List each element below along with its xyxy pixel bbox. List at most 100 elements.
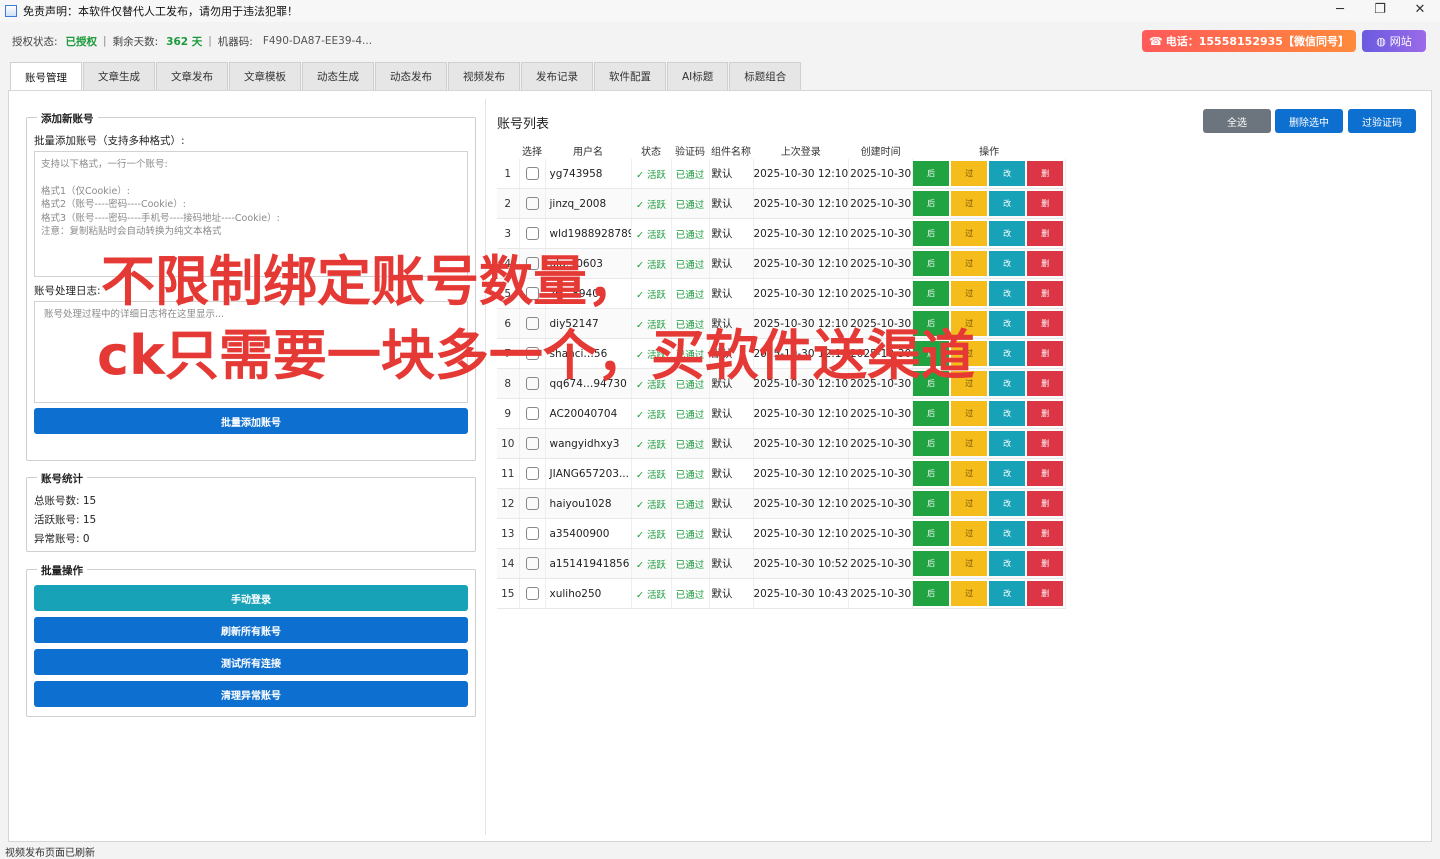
tab-dynamic-generate[interactable]: 动态生成 <box>302 62 374 90</box>
pass-button[interactable]: 过 <box>951 311 988 336</box>
edit-button[interactable]: 改 <box>989 251 1026 276</box>
backend-button[interactable]: 后 <box>913 461 950 486</box>
row-checkbox[interactable] <box>525 317 539 330</box>
row-checkbox[interactable] <box>525 407 539 420</box>
backend-button[interactable]: 后 <box>913 341 950 366</box>
tab-dynamic-publish[interactable]: 动态发布 <box>375 62 447 90</box>
edit-button[interactable]: 改 <box>989 191 1026 216</box>
delete-button[interactable]: 删 <box>1027 221 1064 246</box>
row-checkbox[interactable] <box>525 377 539 390</box>
refresh-all-button[interactable]: 刷新所有账号 <box>34 617 468 643</box>
row-checkbox[interactable] <box>525 557 539 570</box>
pass-button[interactable]: 过 <box>951 461 988 486</box>
backend-button[interactable]: 后 <box>913 371 950 396</box>
pass-captcha-button[interactable]: 过验证码 <box>1348 109 1416 133</box>
edit-button[interactable]: 改 <box>989 281 1026 306</box>
tab-video-publish[interactable]: 视频发布 <box>448 62 520 90</box>
phone-button[interactable]: ☎ 电话：15558152935【微信同号】 <box>1142 30 1356 52</box>
clean-abnormal-button[interactable]: 清理异常账号 <box>34 681 468 707</box>
row-checkbox[interactable] <box>525 587 539 600</box>
row-checkbox[interactable] <box>525 527 539 540</box>
pass-button[interactable]: 过 <box>951 251 988 276</box>
delete-button[interactable]: 删 <box>1027 521 1064 546</box>
tab-software-config[interactable]: 软件配置 <box>594 62 666 90</box>
edit-button[interactable]: 改 <box>989 341 1026 366</box>
delete-button[interactable]: 删 <box>1027 281 1064 306</box>
tab-ai-title[interactable]: AI标题 <box>667 62 729 90</box>
pass-button[interactable]: 过 <box>951 341 988 366</box>
row-checkbox[interactable] <box>525 167 539 180</box>
row-checkbox[interactable] <box>525 287 539 300</box>
backend-button[interactable]: 后 <box>913 521 950 546</box>
edit-button[interactable]: 改 <box>989 311 1026 336</box>
row-checkbox[interactable] <box>525 227 539 240</box>
row-checkbox[interactable] <box>525 497 539 510</box>
account-log-output[interactable]: 账号处理过程中的详细日志将在这里显示... <box>34 301 468 403</box>
backend-button[interactable]: 后 <box>913 251 950 276</box>
minimize-button[interactable]: ─ <box>1320 0 1360 22</box>
edit-button[interactable]: 改 <box>989 431 1026 456</box>
website-button[interactable]: ◍ 网站 <box>1362 30 1426 52</box>
row-checkbox[interactable] <box>525 437 539 450</box>
manual-login-button[interactable]: 手动登录 <box>34 585 468 611</box>
edit-button[interactable]: 改 <box>989 461 1026 486</box>
pass-button[interactable]: 过 <box>951 491 988 516</box>
tab-publish-records[interactable]: 发布记录 <box>521 62 593 90</box>
pass-button[interactable]: 过 <box>951 401 988 426</box>
delete-button[interactable]: 删 <box>1027 551 1064 576</box>
edit-button[interactable]: 改 <box>989 221 1026 246</box>
tab-article-publish[interactable]: 文章发布 <box>156 62 228 90</box>
tab-title-combo[interactable]: 标题组合 <box>729 62 802 90</box>
delete-button[interactable]: 删 <box>1027 251 1064 276</box>
backend-button[interactable]: 后 <box>913 581 950 606</box>
close-button[interactable]: ✕ <box>1400 0 1440 22</box>
tab-account-management[interactable]: 账号管理 <box>10 62 82 91</box>
edit-button[interactable]: 改 <box>989 491 1026 516</box>
delete-button[interactable]: 删 <box>1027 461 1064 486</box>
backend-button[interactable]: 后 <box>913 191 950 216</box>
delete-button[interactable]: 删 <box>1027 581 1064 606</box>
pass-button[interactable]: 过 <box>951 521 988 546</box>
batch-account-input[interactable]: 支持以下格式，一行一个账号: 格式1（仅Cookie）: 格式2（账号----密… <box>34 151 468 277</box>
backend-button[interactable]: 后 <box>913 221 950 246</box>
edit-button[interactable]: 改 <box>989 551 1026 576</box>
select-all-button[interactable]: 全选 <box>1203 109 1271 133</box>
backend-button[interactable]: 后 <box>913 281 950 306</box>
row-checkbox[interactable] <box>525 257 539 270</box>
edit-button[interactable]: 改 <box>989 161 1026 186</box>
backend-button[interactable]: 后 <box>913 431 950 456</box>
backend-button[interactable]: 后 <box>913 311 950 336</box>
pass-button[interactable]: 过 <box>951 221 988 246</box>
backend-button[interactable]: 后 <box>913 491 950 516</box>
backend-button[interactable]: 后 <box>913 551 950 576</box>
pass-button[interactable]: 过 <box>951 161 988 186</box>
tab-article-template[interactable]: 文章模板 <box>229 62 301 90</box>
row-checkbox[interactable] <box>525 197 539 210</box>
edit-button[interactable]: 改 <box>989 401 1026 426</box>
delete-button[interactable]: 删 <box>1027 311 1064 336</box>
test-all-button[interactable]: 测试所有连接 <box>34 649 468 675</box>
delete-selected-button[interactable]: 删除选中 <box>1275 109 1343 133</box>
edit-button[interactable]: 改 <box>989 521 1026 546</box>
pass-button[interactable]: 过 <box>951 191 988 216</box>
backend-button[interactable]: 后 <box>913 401 950 426</box>
row-checkbox[interactable] <box>525 467 539 480</box>
delete-button[interactable]: 删 <box>1027 401 1064 426</box>
pass-button[interactable]: 过 <box>951 371 988 396</box>
pass-button[interactable]: 过 <box>951 281 988 306</box>
pass-button[interactable]: 过 <box>951 551 988 576</box>
pass-button[interactable]: 过 <box>951 581 988 606</box>
delete-button[interactable]: 删 <box>1027 431 1064 456</box>
delete-button[interactable]: 删 <box>1027 191 1064 216</box>
backend-button[interactable]: 后 <box>913 161 950 186</box>
row-checkbox[interactable] <box>525 347 539 360</box>
tab-article-generate[interactable]: 文章生成 <box>83 62 155 90</box>
delete-button[interactable]: 删 <box>1027 341 1064 366</box>
maximize-button[interactable]: ❐ <box>1360 0 1400 22</box>
batch-add-button[interactable]: 批量添加账号 <box>34 408 468 434</box>
pass-button[interactable]: 过 <box>951 431 988 456</box>
delete-button[interactable]: 删 <box>1027 491 1064 516</box>
delete-button[interactable]: 删 <box>1027 161 1064 186</box>
edit-button[interactable]: 改 <box>989 371 1026 396</box>
delete-button[interactable]: 删 <box>1027 371 1064 396</box>
